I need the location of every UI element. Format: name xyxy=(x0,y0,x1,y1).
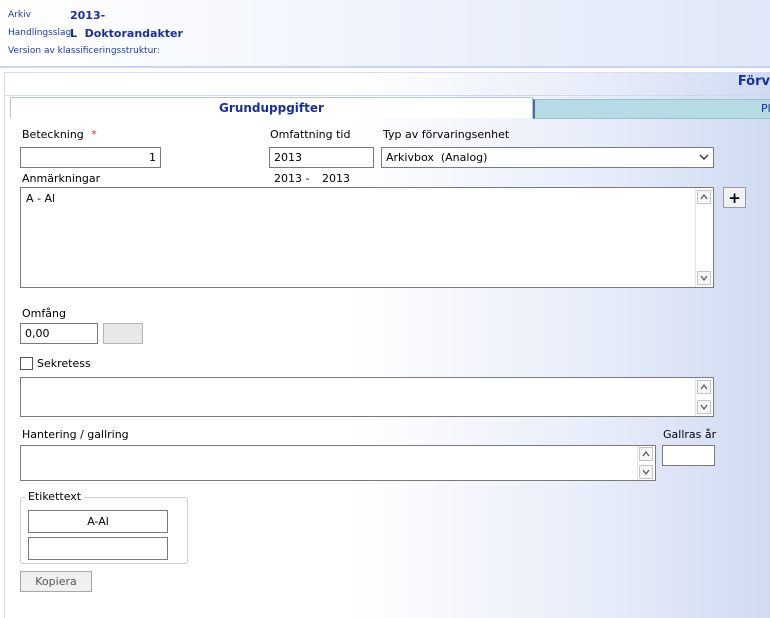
anmarkningar-label: Anmärkningar xyxy=(22,172,101,185)
hantering-textarea[interactable] xyxy=(20,445,656,481)
gallras-ar-input[interactable] xyxy=(662,445,715,466)
scroll-down-icon[interactable] xyxy=(639,465,653,479)
scroll-down-icon[interactable] xyxy=(697,271,711,285)
version-label: Version av klassificeringsstruktur: xyxy=(8,46,160,56)
tab-grunduppgifter-label: Grunduppgifter xyxy=(219,101,324,115)
scroll-up-icon[interactable] xyxy=(697,190,711,204)
etikett-line1-input[interactable]: A-Al xyxy=(28,510,168,533)
sekretess-checkbox[interactable] xyxy=(20,357,33,370)
etikett-line2-input[interactable] xyxy=(28,537,168,560)
gallras-ar-label: Gallras år xyxy=(663,428,717,441)
sekretess-textarea[interactable] xyxy=(20,377,714,417)
omfattning-tid-input[interactable]: 2013 xyxy=(269,147,374,168)
tab-placering-label: Pla xyxy=(761,102,770,115)
tab-placering[interactable]: Pla xyxy=(533,99,770,119)
add-button[interactable]: + xyxy=(723,187,746,208)
typ-forvaringsenhet-select[interactable]: Arkivbox (Analog) xyxy=(381,147,714,168)
panel-divider xyxy=(5,95,770,96)
required-marker: * xyxy=(91,128,97,141)
typ-forvaringsenhet-label: Typ av förvaringsenhet xyxy=(383,128,510,141)
arkiv-label: Arkiv xyxy=(8,10,31,20)
scroll-up-icon[interactable] xyxy=(697,380,711,394)
anmarkningar-scrollbar[interactable] xyxy=(695,188,713,287)
omfang-value: 0,00 xyxy=(25,327,50,340)
hantering-label: Hantering / gallring xyxy=(22,428,129,441)
chevron-down-icon xyxy=(699,151,709,164)
sekretess-label: Sekretess xyxy=(37,357,91,370)
sekretess-scrollbar[interactable] xyxy=(695,378,713,416)
scroll-down-icon[interactable] xyxy=(697,400,711,414)
etikettext-label: Etikettext xyxy=(25,490,85,503)
anmarkningar-value: A - Al xyxy=(26,192,56,205)
tab-grunduppgifter[interactable]: Grunduppgifter xyxy=(10,97,533,118)
tid-to: 2013 xyxy=(322,172,350,185)
handlingsslag-value: L Doktorandakter xyxy=(70,27,183,40)
typ-forvaringsenhet-value: Arkivbox (Analog) xyxy=(386,151,488,164)
omfang-input[interactable]: 0,00 xyxy=(20,323,98,344)
handlingsslag-label: Handlingsslag xyxy=(8,28,72,38)
arkiv-value: 2013- xyxy=(70,9,106,22)
anmarkningar-textarea[interactable]: A - Al xyxy=(20,187,714,288)
header-divider xyxy=(0,66,770,68)
etikett-line1-value: A-Al xyxy=(87,515,109,528)
kopiera-button[interactable]: Kopiera xyxy=(20,571,92,592)
scroll-up-icon[interactable] xyxy=(639,447,653,461)
beteckning-label: Beteckning * xyxy=(22,128,97,141)
beteckning-label-text: Beteckning xyxy=(22,128,84,141)
beteckning-value: 1 xyxy=(149,151,156,164)
omfattning-tid-value: 2013 xyxy=(274,151,302,164)
beteckning-input[interactable]: 1 xyxy=(20,147,161,168)
hantering-scrollbar[interactable] xyxy=(637,446,655,480)
omfang-unit-box xyxy=(103,323,143,344)
panel-title: Förv xyxy=(737,74,770,89)
omfang-label: Omfång xyxy=(22,307,66,320)
omfattning-tid-label: Omfattning tid xyxy=(270,128,351,141)
tid-from: 2013 - xyxy=(274,172,310,185)
